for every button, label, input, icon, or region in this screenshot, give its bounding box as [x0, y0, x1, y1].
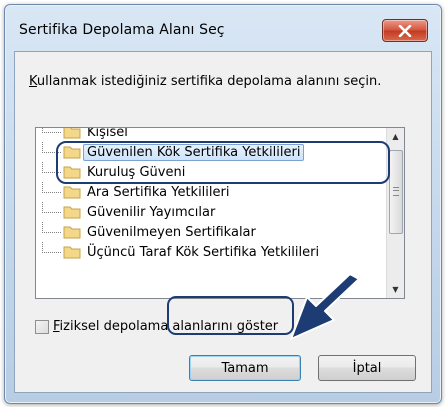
tree-connector	[42, 201, 61, 213]
instruction-label: ullanmak istediğiniz sertifika depolama …	[36, 74, 382, 89]
tree-item-label: Ara Sertifika Yetkilileri	[87, 184, 230, 200]
dialog-title: Sertifika Depolama Alanı Seç	[19, 22, 225, 38]
tree-item-label: Kişisel	[87, 127, 128, 140]
tree-item-intermediate[interactable]: Ara Sertifika Yetkilileri	[42, 181, 230, 202]
tree-item-untrusted[interactable]: Güvenilmeyen Sertifikalar	[42, 221, 256, 242]
tree-item-kisisel[interactable]: Kişisel	[42, 127, 128, 142]
tree-connector	[42, 181, 61, 193]
folder-icon	[63, 246, 81, 259]
tree-item-trusted-publishers[interactable]: Güvenilir Yayımcılar	[42, 201, 216, 222]
tree-item-label: Güvenilmeyen Sertifikalar	[87, 224, 256, 240]
tree-selection-highlight	[56, 141, 390, 184]
grip-icon	[393, 187, 399, 196]
folder-icon	[63, 226, 81, 239]
pointer-arrow-icon	[290, 275, 360, 340]
ok-button[interactable]: Tamam	[189, 355, 301, 381]
tree-item-label: Üçüncü Taraf Kök Sertifika Yetkilileri	[87, 244, 320, 260]
folder-icon	[63, 206, 81, 219]
tree-item-third-party-root[interactable]: Üçüncü Taraf Kök Sertifika Yetkilileri	[42, 241, 320, 262]
scroll-up-icon[interactable]: ▲	[387, 128, 404, 145]
dialog-body: Kullanmak istediğiniz sertifika depolama…	[14, 51, 432, 393]
scroll-thumb[interactable]	[389, 150, 403, 234]
instruction-accesskey: K	[29, 74, 37, 89]
close-button[interactable]	[382, 19, 428, 42]
folder-icon	[63, 186, 81, 199]
folder-icon	[63, 128, 81, 139]
tree-connector	[42, 128, 61, 133]
cancel-button[interactable]: İptal	[318, 355, 416, 381]
tree-item-label: Güvenilir Yayımcılar	[87, 204, 216, 220]
ok-button-highlight	[167, 296, 294, 335]
tree-connector	[42, 241, 61, 253]
tree-connector	[42, 221, 61, 233]
close-icon	[398, 24, 412, 37]
instruction-text: Kullanmak istediğiniz sertifika depolama…	[29, 74, 381, 89]
scroll-down-icon[interactable]: ▼	[387, 281, 404, 298]
dialog-window: Sertifika Depolama Alanı Seç Kullanmak i…	[4, 4, 442, 404]
physical-stores-checkbox[interactable]	[35, 319, 49, 334]
